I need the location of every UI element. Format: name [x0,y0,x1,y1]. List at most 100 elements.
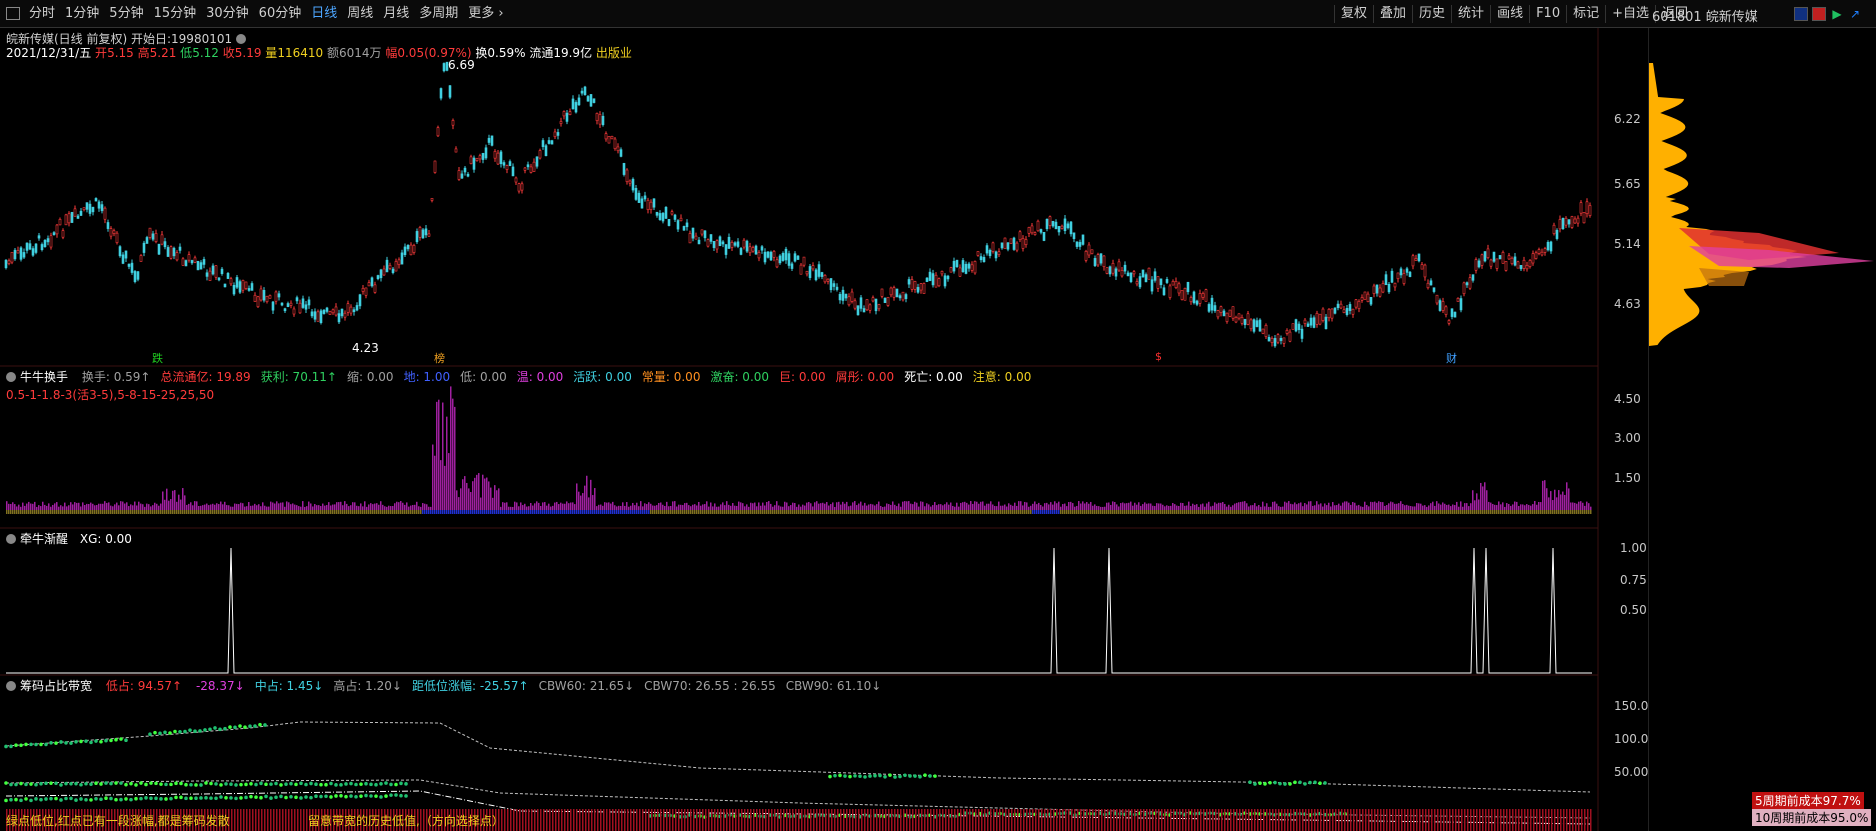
tool-button-3[interactable]: 统计 [1451,5,1490,23]
state-bar [1052,510,1054,514]
period-tab-10[interactable]: 更多 › [463,5,508,23]
bottom-strip-bar [1428,809,1430,831]
turnover-bar [978,503,980,510]
candle-body [139,255,143,262]
state-bar [774,510,776,514]
chip-distribution-panel[interactable] [1648,28,1876,831]
turnover-bar [326,505,328,510]
turnover-bar [1344,501,1346,510]
tool-button-0[interactable]: 复权 [1334,5,1373,23]
panel4-settings-icon[interactable] [6,681,16,691]
tool-button-2[interactable]: 历史 [1412,5,1451,23]
turnover-bar [8,503,10,510]
candle-body [1492,251,1496,262]
state-bar [734,510,736,514]
chart-area[interactable] [0,28,1648,831]
bottom-strip-bar [750,809,752,831]
state-bar [782,510,784,514]
turnover-bar [102,503,104,510]
state-bar [1226,510,1228,514]
chip-dot [843,774,847,778]
turnover-bar [674,501,676,510]
bottom-strip-bar [1335,809,1337,831]
candle-body [1030,225,1034,234]
candle-body [1447,320,1451,324]
candle-body [1162,287,1166,296]
bottom-strip-bar [504,809,506,831]
state-bar [926,510,928,514]
turnover-bar [340,501,342,510]
chip-dot [39,797,43,802]
arrow-icon[interactable]: ↗ [1848,7,1862,21]
tool-button-4[interactable]: 画线 [1490,5,1529,23]
event-marker-4[interactable]: 财 [1446,350,1457,366]
event-marker-1[interactable]: 跌 [152,350,163,366]
state-bar [710,510,712,514]
state-bar [836,510,838,514]
period-tab-5[interactable]: 60分钟 [254,5,307,23]
window-menu-icon[interactable] [6,7,20,20]
state-bar [598,510,600,514]
bottom-strip-bar [1236,809,1238,831]
candle-body [973,261,977,274]
panel2-settings-icon[interactable] [6,372,16,382]
flag-icon[interactable] [1812,7,1826,21]
tool-button-7[interactable]: +自选 [1605,5,1655,23]
period-tab-9[interactable]: 多周期 [414,5,463,23]
candle-body [994,251,998,259]
event-marker-3[interactable]: $ [1155,350,1162,363]
state-bar [1202,510,1204,514]
period-tab-0[interactable]: 分时 [24,5,60,23]
tool-button-6[interactable]: 标记 [1566,5,1605,23]
turnover-bar [1328,502,1330,510]
turnover-bar [630,505,632,510]
chip-dot [319,782,323,787]
period-tab-6[interactable]: 日线 [306,5,342,23]
layout-icon[interactable] [1794,7,1808,21]
state-bar [732,510,734,514]
period-tab-3[interactable]: 15分钟 [149,5,202,23]
period-tab-8[interactable]: 月线 [378,5,414,23]
chip-dot [269,782,273,786]
candle-body [1204,289,1208,302]
state-bar [878,510,880,514]
chip-dot [223,726,227,731]
period-tab-7[interactable]: 周线 [342,5,378,23]
bottom-strip-bar [510,809,512,831]
state-bar [334,510,336,514]
state-bar [54,510,56,514]
chip-dot [918,774,922,779]
bottom-strip-bar [927,809,929,831]
turnover-bar [556,501,558,510]
panel3-settings-icon[interactable] [6,534,16,544]
state-bar [578,510,580,514]
turnover-bar [1110,504,1112,510]
candle-body [442,63,446,72]
state-bar [738,510,740,514]
candle-body [1099,253,1103,264]
period-tab-4[interactable]: 30分钟 [201,5,254,23]
state-bar [936,510,938,514]
period-tab-2[interactable]: 5分钟 [104,5,148,23]
candle-body [1552,224,1556,234]
chip-dot [198,729,202,733]
candle-body [1330,308,1334,319]
bottom-strip-bar [522,809,524,831]
state-bar [1520,510,1522,514]
turnover-bar [1124,503,1126,510]
bottom-strip-bar [1482,809,1484,831]
turnover-bar [222,504,224,510]
state-bar [1136,510,1138,514]
bottom-strip-bar [1173,809,1175,831]
play-icon[interactable]: ▶ [1830,7,1844,21]
tool-button-5[interactable]: F10 [1529,5,1566,23]
turnover-bar [836,502,838,510]
candle-body [385,259,389,273]
candle-body [202,259,206,265]
candle-body [787,253,791,266]
turnover-bar [560,502,562,510]
turnover-bar [1250,505,1252,510]
tool-button-1[interactable]: 叠加 [1373,5,1412,23]
event-marker-2[interactable]: 榜 [434,350,445,366]
period-tab-1[interactable]: 1分钟 [60,5,104,23]
